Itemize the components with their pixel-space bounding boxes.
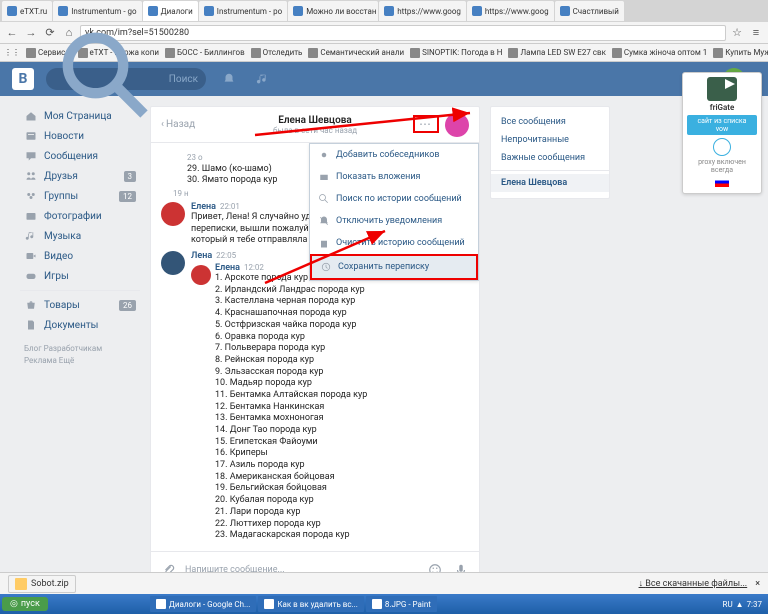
nav-market[interactable]: Товары26 — [20, 295, 140, 315]
filters-panel: Все сообщенияНепрочитанныеВажные сообщен… — [490, 106, 610, 199]
chat-avatar[interactable] — [445, 113, 469, 137]
browser-tab[interactable]: Instrumentum - po — [199, 1, 287, 21]
vk-header: B Поиск Лена▾ — [0, 62, 768, 96]
nav-music[interactable]: Музыка — [20, 226, 140, 246]
filter-item[interactable]: Все сообщения — [491, 113, 609, 131]
dropdown-item[interactable]: Добавить собеседников — [310, 144, 478, 166]
nav-games[interactable]: Игры — [20, 266, 140, 286]
bookmark-item[interactable]: SINOPTIK: Погода в Н — [410, 48, 502, 58]
bookmark-item[interactable]: Отследить — [251, 48, 303, 58]
browser-tabs: eTXT.ruInstrumentum - goДиалогиInstrumen… — [0, 0, 768, 22]
menu-button[interactable]: ≡ — [748, 25, 764, 41]
dropdown-item[interactable]: Показать вложения — [310, 166, 478, 188]
browser-tab[interactable]: Счастливый — [555, 1, 624, 21]
avatar — [191, 265, 211, 285]
avatar[interactable] — [161, 202, 185, 226]
filter-item[interactable]: Важные сообщения — [491, 149, 609, 167]
frigate-widget[interactable]: friGate сайт из списка vow proxy включен… — [682, 72, 762, 194]
browser-tab[interactable]: https://www.goog — [467, 1, 554, 21]
taskbar-item[interactable]: 8.JPG - Paint — [366, 596, 437, 612]
taskbar-item[interactable]: Диалоги - Google Ch... — [150, 596, 257, 612]
actions-dropdown: Добавить собеседниковПоказать вложенияПо… — [309, 143, 479, 281]
star-button[interactable]: ☆ — [729, 25, 745, 41]
taskbar: ◎ пуск Диалоги - Google Ch...Как в вк уд… — [0, 594, 768, 614]
browser-tab[interactable]: eTXT.ru — [2, 1, 52, 21]
chat-header: ‹ Назад Елена Шевцова была в сети час на… — [151, 107, 479, 143]
taskbar-item[interactable]: Как в вк удалить вс... — [258, 596, 364, 612]
filter-item[interactable]: Непрочитанные — [491, 131, 609, 149]
browser-tab[interactable]: https://www.goog — [379, 1, 466, 21]
search-input[interactable]: Поиск — [46, 68, 206, 90]
back-browser-button[interactable]: ← — [4, 25, 20, 41]
dropdown-item[interactable]: Сохранить переписку — [310, 254, 478, 280]
bookmark-item[interactable]: БОСС - Биллингов — [165, 48, 245, 58]
system-tray[interactable]: RU ▲ 7:37 — [723, 600, 766, 609]
nav-friends[interactable]: Друзья3 — [20, 166, 140, 186]
nav-photos[interactable]: Фотографии — [20, 206, 140, 226]
dropdown-item[interactable]: Поиск по истории сообщений — [310, 188, 478, 210]
actions-menu-button[interactable]: ⋯ — [413, 115, 439, 133]
url-input[interactable]: vk.com/im?sel=51500280 — [80, 25, 726, 41]
bookmark-item[interactable]: Сумка жіноча оптом 1 — [612, 48, 707, 58]
downloads-bar: Sobot.zip ↓ Все скачанные файлы... × — [0, 572, 768, 594]
forward-browser-button[interactable]: → — [23, 25, 39, 41]
close-downloads-button[interactable]: × — [755, 579, 760, 589]
music-icon[interactable] — [252, 68, 274, 90]
bookmark-item[interactable]: Купить Мужская Рубa — [713, 48, 768, 58]
nav-news[interactable]: Новости — [20, 126, 140, 146]
filter-contact[interactable]: Елена Шевцова — [491, 174, 609, 192]
bookmark-item[interactable]: Семантический анали — [308, 48, 404, 58]
frigate-logo-icon — [707, 77, 737, 101]
nav-home[interactable]: Моя Страница — [20, 106, 140, 126]
download-item[interactable]: Sobot.zip — [8, 575, 76, 593]
dropdown-item[interactable]: Отключить уведомления — [310, 210, 478, 232]
chat-messages[interactable]: 23 о29. Шамо (ко-шамо)30. Ямато порода к… — [151, 143, 479, 551]
left-nav: Моя СтраницаНовостиСообщенияДрузья3Групп… — [20, 106, 140, 588]
main-content: Моя СтраницаНовостиСообщенияДрузья3Групп… — [0, 96, 768, 588]
chat-panel: ‹ Назад Елена Шевцова была в сети час на… — [150, 106, 480, 588]
browser-tab[interactable]: Диалоги — [143, 1, 198, 21]
back-button[interactable]: ‹ Назад — [161, 119, 195, 130]
nav-docs[interactable]: Документы — [20, 315, 140, 335]
notifications-icon[interactable] — [218, 68, 240, 90]
nav-video[interactable]: Видео — [20, 246, 140, 266]
browser-tab[interactable]: Можно ли восстан — [288, 1, 378, 21]
chat-title: Елена Шевцова была в сети час назад — [273, 115, 357, 135]
flag-icon — [715, 177, 729, 187]
browser-tab[interactable]: Instrumentum - go — [53, 1, 141, 21]
all-downloads-link[interactable]: ↓ Все скачанные файлы... — [639, 578, 748, 589]
start-button[interactable]: ◎ пуск — [2, 597, 48, 611]
bookmark-item[interactable]: Лампа LED SW E27 свк — [508, 48, 605, 58]
dropdown-item[interactable]: Очистить историю сообщений — [310, 232, 478, 254]
nav-groups[interactable]: Группы12 — [20, 186, 140, 206]
vk-logo[interactable]: B — [12, 68, 34, 90]
nav-msg[interactable]: Сообщения — [20, 146, 140, 166]
avatar[interactable] — [161, 251, 185, 275]
power-icon[interactable] — [713, 138, 731, 156]
